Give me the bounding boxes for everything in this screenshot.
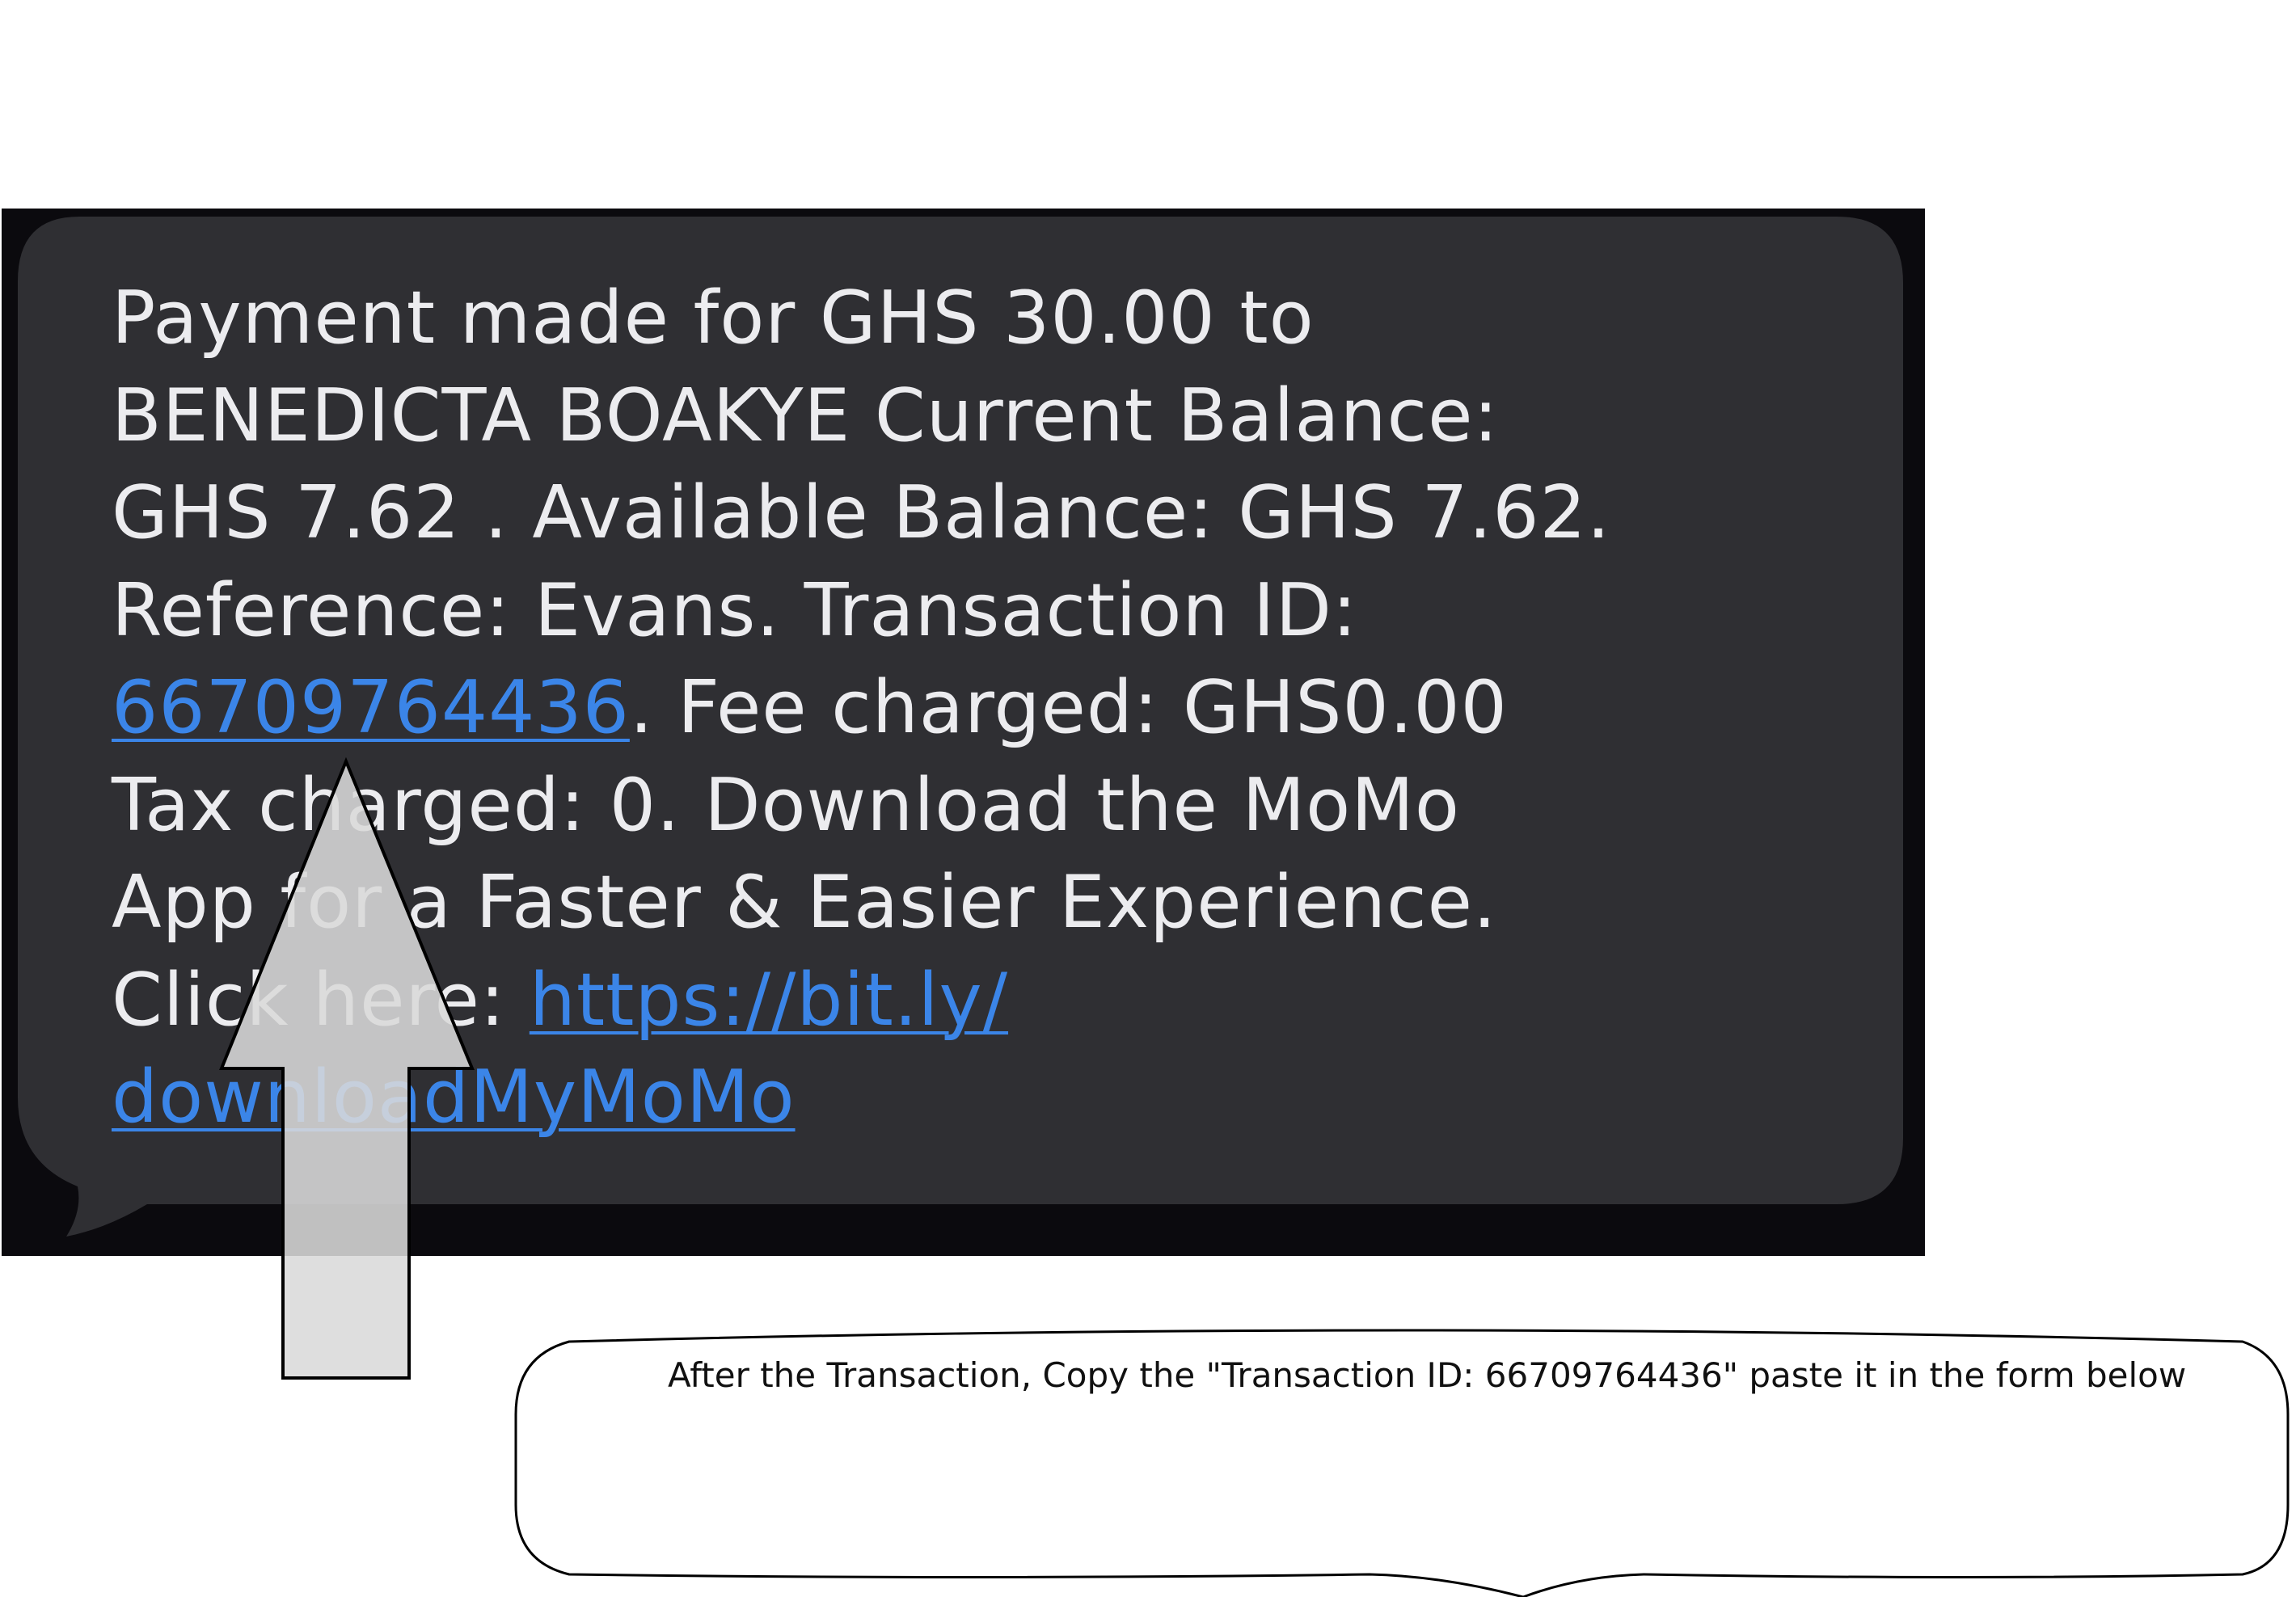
download-link-part-1[interactable]: https://bit.ly/	[530, 958, 1008, 1043]
message-line-3: GHS 7.62 . Available Balance: GHS 7.62.	[112, 470, 1611, 555]
message-line-5: . Fee charged: GHS0.00	[629, 665, 1508, 750]
message-line-7: App for a Faster & Easier Experience.	[112, 860, 1497, 945]
message-line-1: Payment made for GHS 30.00 to	[112, 276, 1315, 360]
transaction-id-link[interactable]: 66709764436	[112, 665, 630, 750]
sms-screenshot: Payment made for GHS 30.00 to BENEDICTA …	[2, 209, 1925, 1256]
message-line-6: Tax charged: 0. Download the MoMo	[112, 762, 1460, 848]
message-line-2: BENEDICTA BOAKYE Current Balance:	[112, 373, 1499, 458]
download-link-part-2[interactable]: downloadMyMoMo	[112, 1055, 796, 1140]
message-line-4: Reference: Evans. Transaction ID:	[112, 567, 1358, 653]
callout-text: After the Transaction, Copy the "Transac…	[668, 1355, 2187, 1395]
message-line-8-prefix: Click here:	[112, 957, 530, 1043]
message-text: Payment made for GHS 30.00 to BENEDICTA …	[112, 270, 1874, 1147]
instruction-callout: After the Transaction, Copy the "Transac…	[513, 1325, 2296, 1597]
